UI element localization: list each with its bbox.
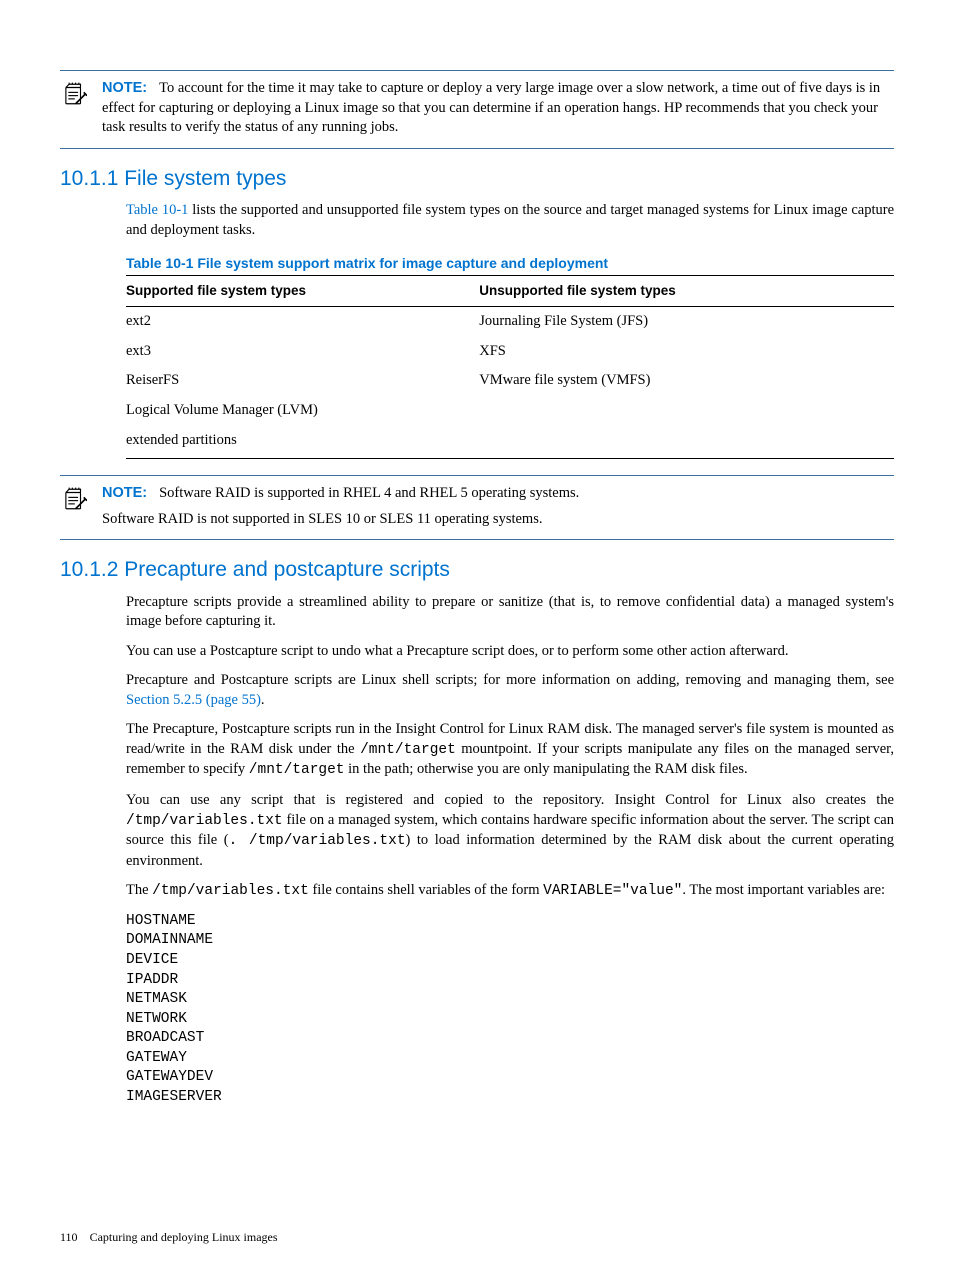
table-row: ext3XFS (126, 337, 894, 367)
heading-precapture-postcapture: 10.1.2 Precapture and postcapture script… (60, 556, 894, 584)
note-icon (60, 79, 88, 138)
path-variables-txt: /tmp/variables.txt (126, 813, 283, 829)
p-precapture-intro: Precapture scripts provide a streamlined… (126, 593, 894, 632)
p-variables-txt: You can use any script that is registere… (126, 791, 894, 871)
note-raid-line2: Software RAID is not supported in SLES 1… (102, 510, 894, 530)
p-shell-scripts: Precapture and Postcapture scripts are L… (126, 671, 894, 710)
note-raid-line1: Software RAID is supported in RHEL 4 and… (159, 485, 579, 501)
note-icon (60, 484, 88, 529)
path-mnt-target: /mnt/target (360, 742, 456, 758)
footer-title: Capturing and deploying Linux images (90, 1230, 278, 1244)
variable-form: VARIABLE="value" (543, 883, 682, 899)
table-row: extended partitions (126, 426, 894, 459)
variable-list: HOSTNAME DOMAINNAME DEVICE IPADDR NETMAS… (126, 912, 894, 1108)
page-footer: 110 Capturing and deploying Linux images (60, 1229, 278, 1245)
table-header: Unsupported file system types (479, 276, 894, 307)
source-variables-cmd: . /tmp/variables.txt (229, 833, 406, 849)
path-variables-txt: /tmp/variables.txt (152, 883, 309, 899)
note-block-raid: NOTE: Software RAID is supported in RHEL … (60, 475, 894, 540)
p-ramdisk-mount: The Precapture, Postcapture scripts run … (126, 720, 894, 781)
page-number: 110 (60, 1230, 78, 1244)
note-label: NOTE: (102, 485, 147, 501)
p-postcapture-intro: You can use a Postcapture script to undo… (126, 642, 894, 662)
fs-intro-text: lists the supported and unsupported file… (126, 202, 894, 238)
note-block-timeout: NOTE:To account for the time it may take… (60, 70, 894, 149)
table-row: ReiserFSVMware file system (VMFS) (126, 366, 894, 396)
link-table-10-1[interactable]: Table 10-1 (126, 202, 188, 218)
table-row: ext2Journaling File System (JFS) (126, 307, 894, 337)
fs-intro-paragraph: Table 10-1 lists the supported and unsup… (126, 201, 894, 240)
file-system-table: Supported file system types Unsupported … (126, 275, 894, 459)
link-section-5-2-5[interactable]: Section 5.2.5 (page 55) (126, 692, 261, 708)
p-variable-form: The /tmp/variables.txt file contains she… (126, 881, 894, 902)
path-mnt-target: /mnt/target (249, 762, 345, 778)
table-header: Supported file system types (126, 276, 479, 307)
heading-file-system-types: 10.1.1 File system types (60, 165, 894, 193)
note-label: NOTE: (102, 80, 147, 96)
table-caption: Table 10-1 File system support matrix fo… (126, 254, 894, 273)
note-body: NOTE:To account for the time it may take… (102, 79, 894, 138)
note-text: To account for the time it may take to c… (102, 80, 880, 135)
note-body: NOTE: Software RAID is supported in RHEL … (102, 484, 894, 529)
table-row: Logical Volume Manager (LVM) (126, 396, 894, 426)
